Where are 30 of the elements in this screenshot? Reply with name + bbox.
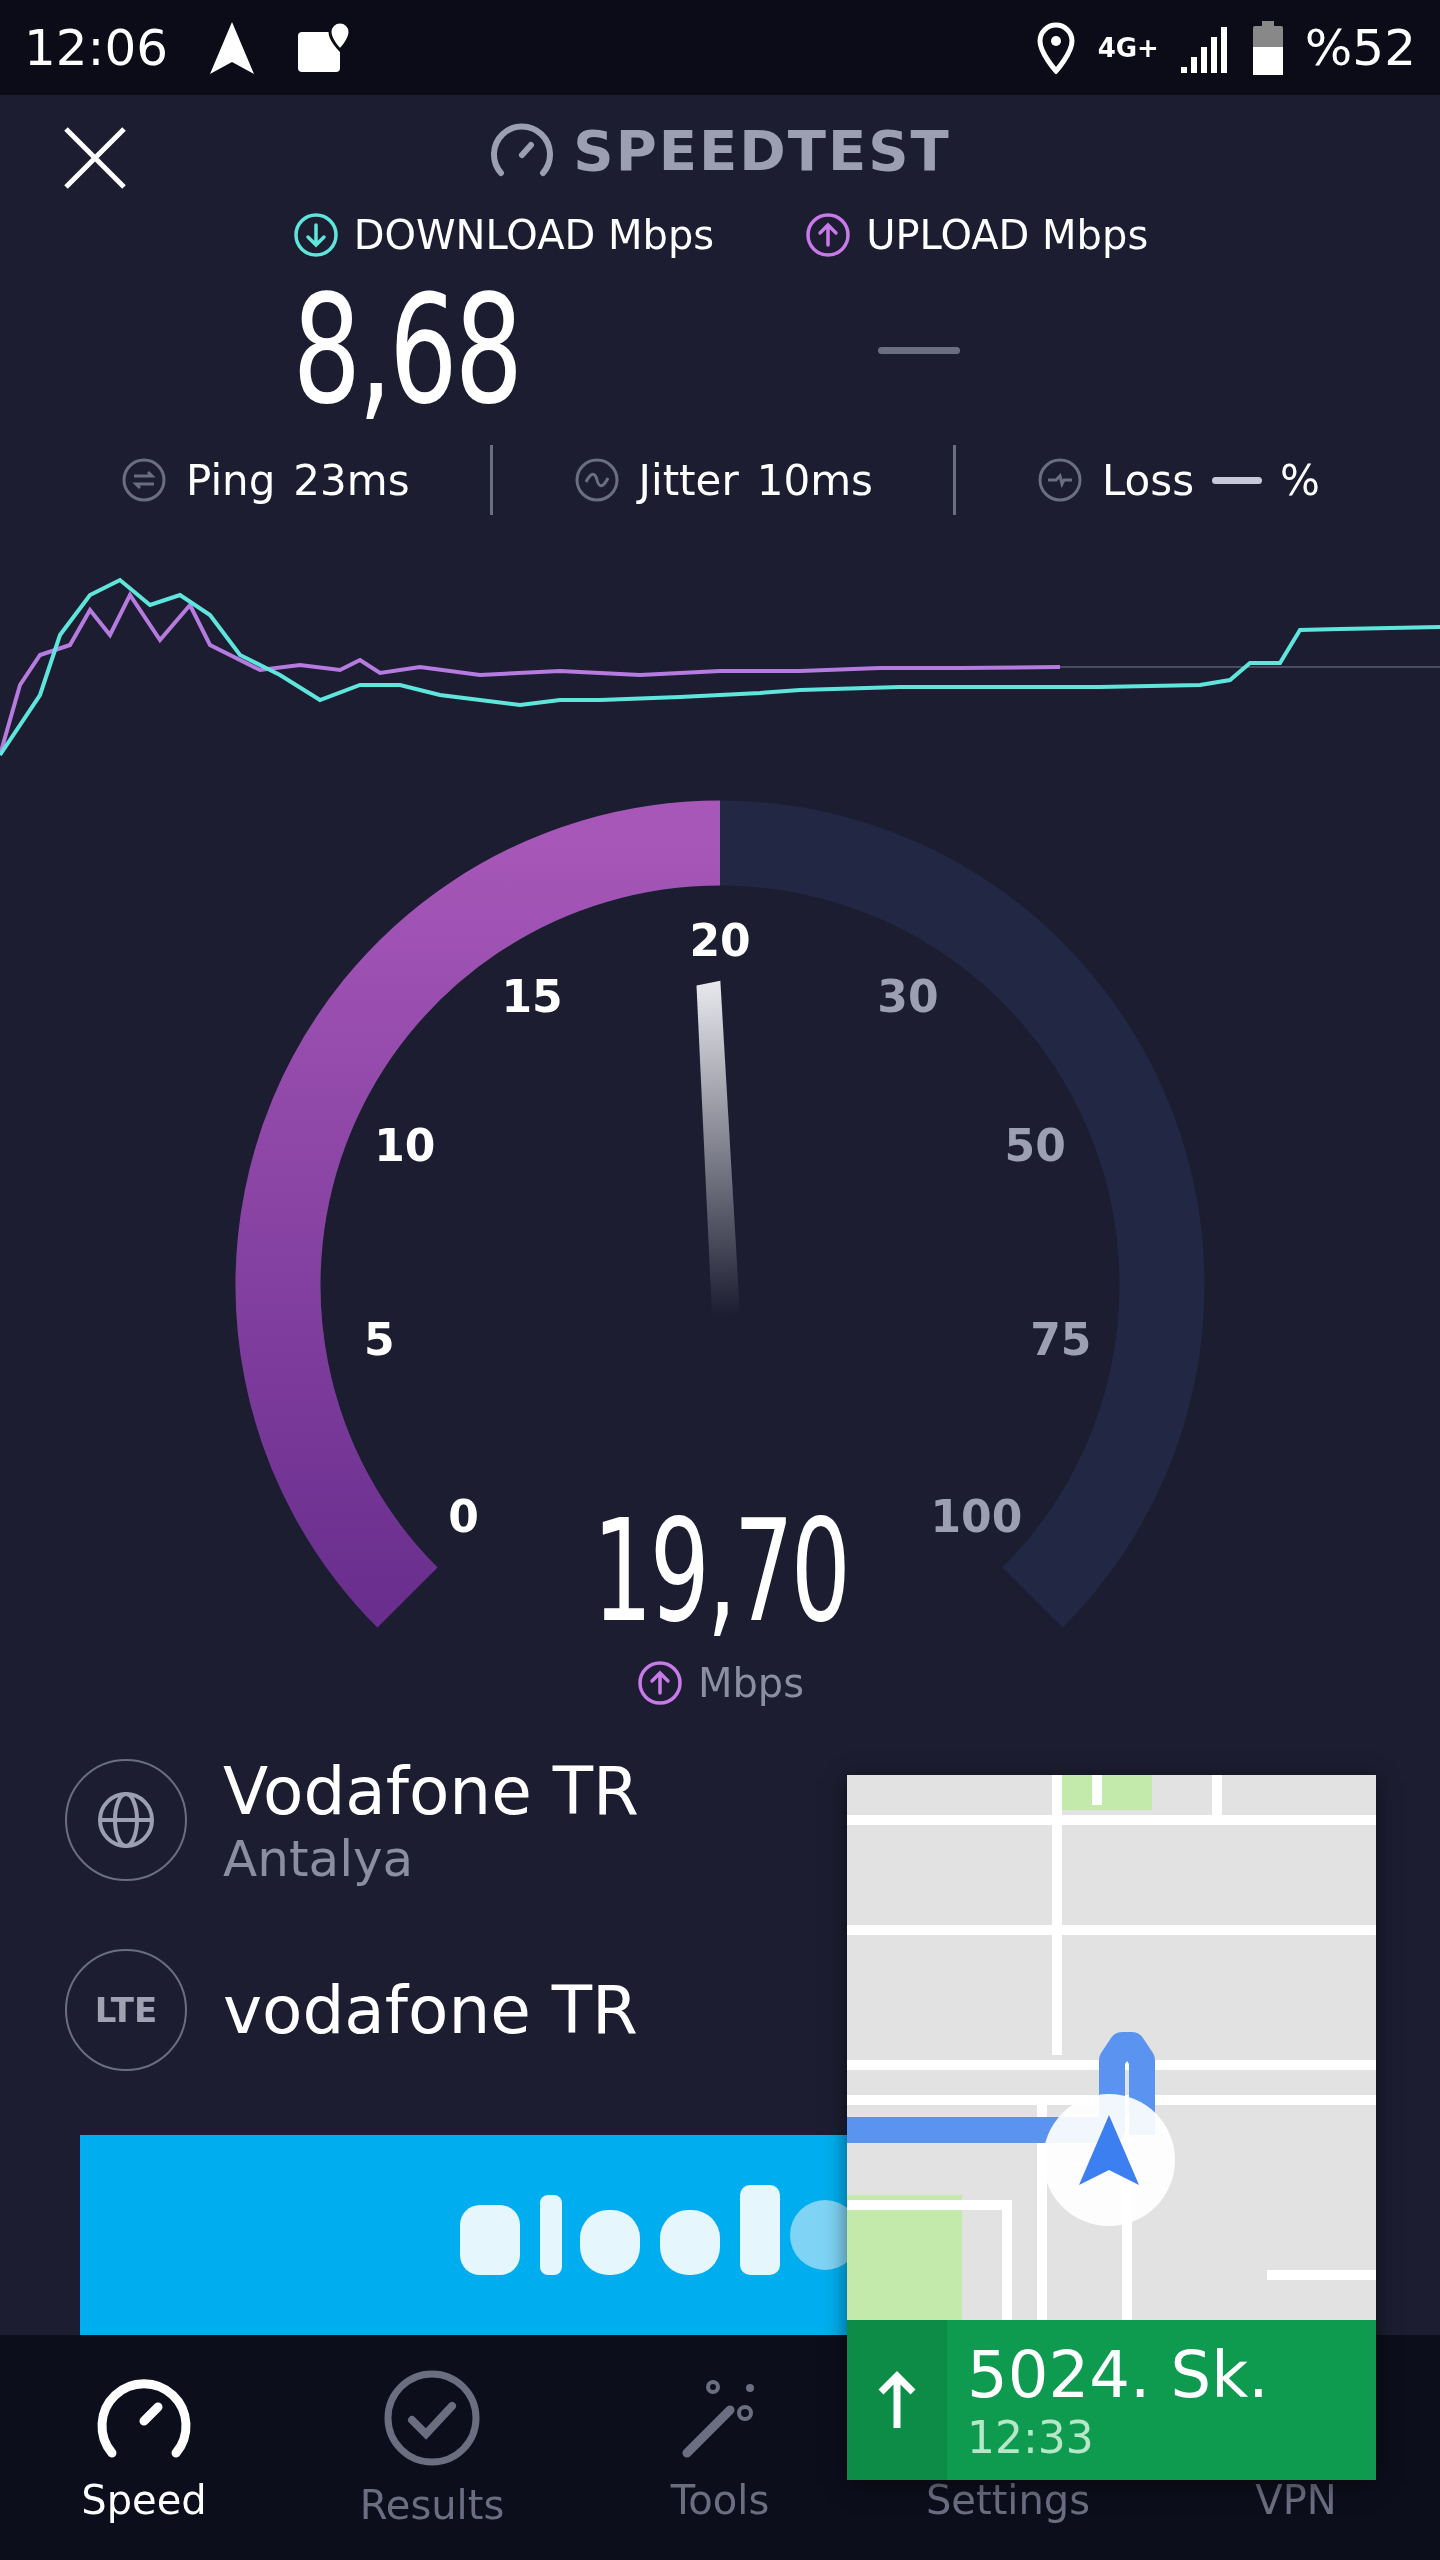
- upload-label: UPLOAD Mbps: [866, 212, 1149, 258]
- gauge-tick-label: 100: [930, 1490, 1023, 1542]
- gauge-tick-label: 20: [689, 915, 751, 966]
- gauge-tick-label: 0: [448, 1490, 479, 1542]
- network-type: 4G+: [1097, 32, 1159, 63]
- status-time: 12:06: [24, 18, 169, 77]
- gauge-tick-label: 30: [877, 970, 939, 1022]
- gauge-tick-label: 15: [501, 970, 563, 1022]
- street-name: 5024. Sk.: [967, 2337, 1269, 2412]
- gauge-unit: Mbps: [697, 1660, 805, 1706]
- stat-label: Jitter: [638, 455, 739, 505]
- gauge-tick-label: 10: [374, 1119, 436, 1171]
- gauge-tick-label: 75: [1030, 1313, 1092, 1365]
- stat-label: Loss: [1101, 455, 1195, 505]
- stat-value: 10ms: [756, 455, 873, 505]
- provider-name: Vodafone TR: [223, 1752, 639, 1830]
- provider-name: vodafone TR: [223, 1971, 638, 2049]
- provider-location: Antalya: [223, 1829, 415, 1888]
- app-title: SPEEDTEST: [573, 117, 951, 183]
- download-value: 8,68: [291, 263, 520, 437]
- stat-value: %: [1280, 455, 1320, 505]
- battery-percent: %52: [1304, 18, 1416, 77]
- stat-value: 23ms: [293, 455, 410, 505]
- download-label: DOWNLOAD Mbps: [353, 212, 715, 258]
- network-badge: LTE: [65, 1949, 187, 2071]
- gauge-tick-label: 5: [363, 1313, 395, 1365]
- gauge-tick-label: 50: [1004, 1119, 1066, 1171]
- gauge-value: 19,70: [592, 1490, 848, 1653]
- arrival-time: 12:33: [967, 2411, 1095, 2463]
- stat-label: Ping: [186, 455, 276, 505]
